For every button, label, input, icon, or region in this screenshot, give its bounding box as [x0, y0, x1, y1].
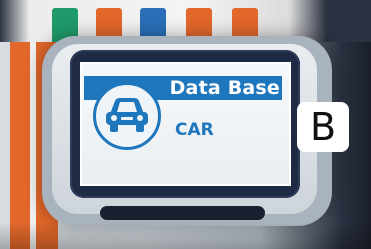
lcd-title: Data Base — [169, 77, 280, 99]
label-letter: B — [309, 105, 337, 149]
bottom-shade — [0, 222, 371, 249]
car-icon — [106, 98, 148, 132]
photo: Data Base CAR B — [0, 0, 371, 249]
device-slot — [100, 206, 265, 220]
lcd-subtitle: CAR — [175, 120, 214, 140]
label-box: B — [297, 102, 349, 152]
